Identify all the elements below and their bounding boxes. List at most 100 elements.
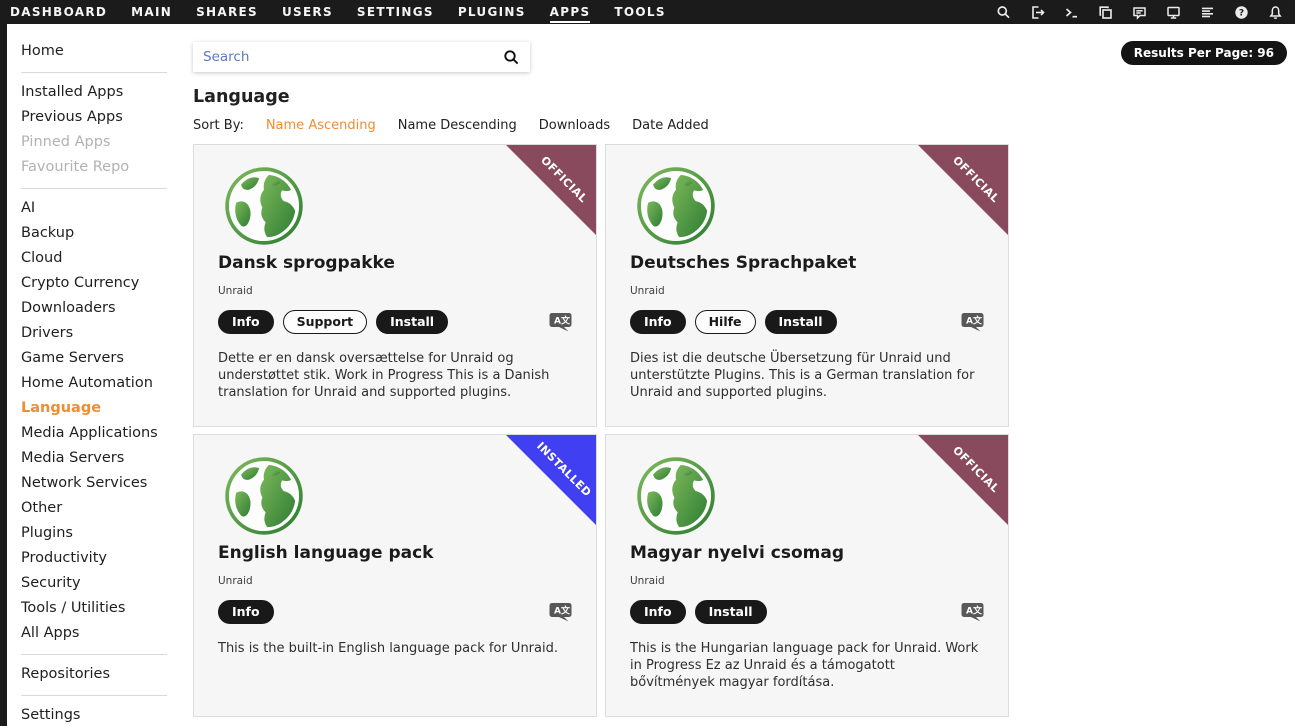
nav-item-shares[interactable]: SHARES: [196, 0, 258, 24]
sidebar-item-network-services[interactable]: Network Services: [21, 471, 182, 496]
top-navigation: DASHBOARD MAIN SHARES USERS SETTINGS PLU…: [0, 0, 1295, 24]
sidebar-item-other[interactable]: Other: [21, 496, 182, 521]
nav-item-main[interactable]: MAIN: [131, 0, 172, 24]
install-button[interactable]: Install: [376, 310, 448, 334]
sidebar-item-pinned-apps: Pinned Apps: [21, 130, 182, 155]
help-icon[interactable]: ?: [1234, 5, 1249, 20]
translate-icon[interactable]: [549, 312, 572, 333]
sidebar-item-crypto-currency[interactable]: Crypto Currency: [21, 271, 182, 296]
app-card-english-language-pack: INSTALLED English language pack Unraid I…: [193, 434, 597, 717]
app-title: Magyar nyelvi csomag: [630, 543, 984, 563]
sort-option-downloads[interactable]: Downloads: [539, 118, 610, 133]
app-author: Unraid: [218, 285, 572, 297]
sidebar-item-media-servers[interactable]: Media Servers: [21, 446, 182, 471]
official-ribbon: OFFICIAL: [506, 145, 596, 235]
sidebar-item-productivity[interactable]: Productivity: [21, 546, 182, 571]
svg-text:?: ?: [1239, 8, 1244, 18]
globe-app-icon: [635, 165, 717, 247]
globe-app-icon: [635, 455, 717, 537]
translate-icon[interactable]: [961, 312, 984, 333]
sidebar-item-ai[interactable]: AI: [21, 196, 182, 221]
sort-option-name-ascending[interactable]: Name Ascending: [266, 118, 376, 133]
app-title: Deutsches Sprachpaket: [630, 253, 984, 273]
sidebar-item-installed-apps[interactable]: Installed Apps: [21, 80, 182, 105]
sidebar-item-drivers[interactable]: Drivers: [21, 321, 182, 346]
monitor-icon[interactable]: [1166, 5, 1181, 20]
info-button[interactable]: Info: [630, 310, 686, 334]
app-description: Dies ist die deutsche Übersetzung für Un…: [630, 350, 984, 401]
translate-icon[interactable]: [549, 602, 572, 623]
app-card-dansk-sprogpakke: OFFICIAL Dansk sprogpakke Unraid Info Su…: [193, 144, 597, 427]
sidebar-item-previous-apps[interactable]: Previous Apps: [21, 105, 182, 130]
sort-by-label: Sort By:: [193, 118, 244, 133]
left-edge-strip: [0, 24, 7, 726]
nav-item-users[interactable]: USERS: [282, 0, 333, 24]
sidebar-item-game-servers[interactable]: Game Servers: [21, 346, 182, 371]
app-description: This is the built-in English language pa…: [218, 640, 572, 657]
official-ribbon: OFFICIAL: [918, 435, 1008, 525]
info-button[interactable]: Info: [630, 600, 686, 624]
feedback-icon[interactable]: [1132, 5, 1147, 20]
app-card-deutsches-sprachpaket: OFFICIAL Deutsches Sprachpaket Unraid In…: [605, 144, 1009, 427]
terminal-icon[interactable]: [1064, 5, 1079, 20]
app-description: This is the Hungarian language pack for …: [630, 640, 984, 691]
sidebar-item-backup[interactable]: Backup: [21, 221, 182, 246]
main-content: Language Sort By: Name Ascending Name De…: [193, 24, 1023, 717]
search-bar: [193, 42, 530, 72]
log-icon[interactable]: [1200, 5, 1215, 20]
app-author: Unraid: [630, 575, 984, 587]
app-actions: Info Hilfe Install: [630, 310, 984, 334]
globe-app-icon: [223, 165, 305, 247]
app-card-magyar-nyelvi-csomag: OFFICIAL Magyar nyelvi csomag Unraid Inf…: [605, 434, 1009, 717]
official-ribbon: OFFICIAL: [918, 145, 1008, 235]
sort-option-name-descending[interactable]: Name Descending: [398, 118, 517, 133]
nav-item-settings[interactable]: SETTINGS: [357, 0, 434, 24]
install-button[interactable]: Install: [765, 310, 837, 334]
globe-app-icon: [223, 455, 305, 537]
nav-item-plugins[interactable]: PLUGINS: [458, 0, 526, 24]
logout-icon[interactable]: [1030, 5, 1045, 20]
sidebar-item-home[interactable]: Home: [21, 39, 182, 64]
app-title: Dansk sprogpakke: [218, 253, 572, 273]
sidebar-item-language[interactable]: Language: [21, 396, 182, 421]
sidebar-item-tools-utilities[interactable]: Tools / Utilities: [21, 596, 182, 621]
nav-menu: DASHBOARD MAIN SHARES USERS SETTINGS PLU…: [0, 0, 666, 24]
sort-option-date-added[interactable]: Date Added: [632, 118, 709, 133]
install-button[interactable]: Install: [695, 600, 767, 624]
app-author: Unraid: [630, 285, 984, 297]
info-button[interactable]: Info: [218, 310, 274, 334]
sidebar-item-security[interactable]: Security: [21, 571, 182, 596]
app-actions: Info: [218, 600, 572, 624]
support-button[interactable]: Hilfe: [695, 310, 756, 334]
info-button[interactable]: Info: [218, 600, 274, 624]
sidebar-item-plugins[interactable]: Plugins: [21, 521, 182, 546]
sidebar-divider: [21, 72, 167, 73]
notifications-icon[interactable]: [1268, 5, 1283, 20]
sidebar-item-downloaders[interactable]: Downloaders: [21, 296, 182, 321]
copy-icon[interactable]: [1098, 5, 1113, 20]
sidebar-item-favourite-repo: Favourite Repo: [21, 155, 182, 180]
sidebar-item-home-automation[interactable]: Home Automation: [21, 371, 182, 396]
page-title: Language: [193, 87, 1023, 107]
app-description: Dette er en dansk oversættelse for Unrai…: [218, 350, 572, 401]
app-actions: Info Install: [630, 600, 984, 624]
sidebar-item-all-apps[interactable]: All Apps: [21, 621, 182, 646]
app-author: Unraid: [218, 575, 572, 587]
sidebar: Home Installed Apps Previous Apps Pinned…: [7, 24, 182, 726]
search-input[interactable]: [203, 49, 503, 65]
results-per-page-badge[interactable]: Results Per Page: 96: [1121, 41, 1287, 65]
sidebar-item-media-applications[interactable]: Media Applications: [21, 421, 182, 446]
nav-icon-bar: ?: [996, 5, 1295, 20]
sidebar-item-repositories[interactable]: Repositories: [21, 662, 182, 687]
search-submit-icon[interactable]: [503, 49, 520, 66]
nav-item-dashboard[interactable]: DASHBOARD: [10, 0, 107, 24]
sidebar-item-cloud[interactable]: Cloud: [21, 246, 182, 271]
translate-icon[interactable]: [961, 602, 984, 623]
support-button[interactable]: Support: [283, 310, 368, 334]
sidebar-item-settings[interactable]: Settings: [21, 703, 182, 726]
sidebar-divider: [21, 695, 167, 696]
search-icon[interactable]: [996, 5, 1011, 20]
app-actions: Info Support Install: [218, 310, 572, 334]
nav-item-apps[interactable]: APPS: [550, 0, 591, 24]
nav-item-tools[interactable]: TOOLS: [614, 0, 665, 24]
